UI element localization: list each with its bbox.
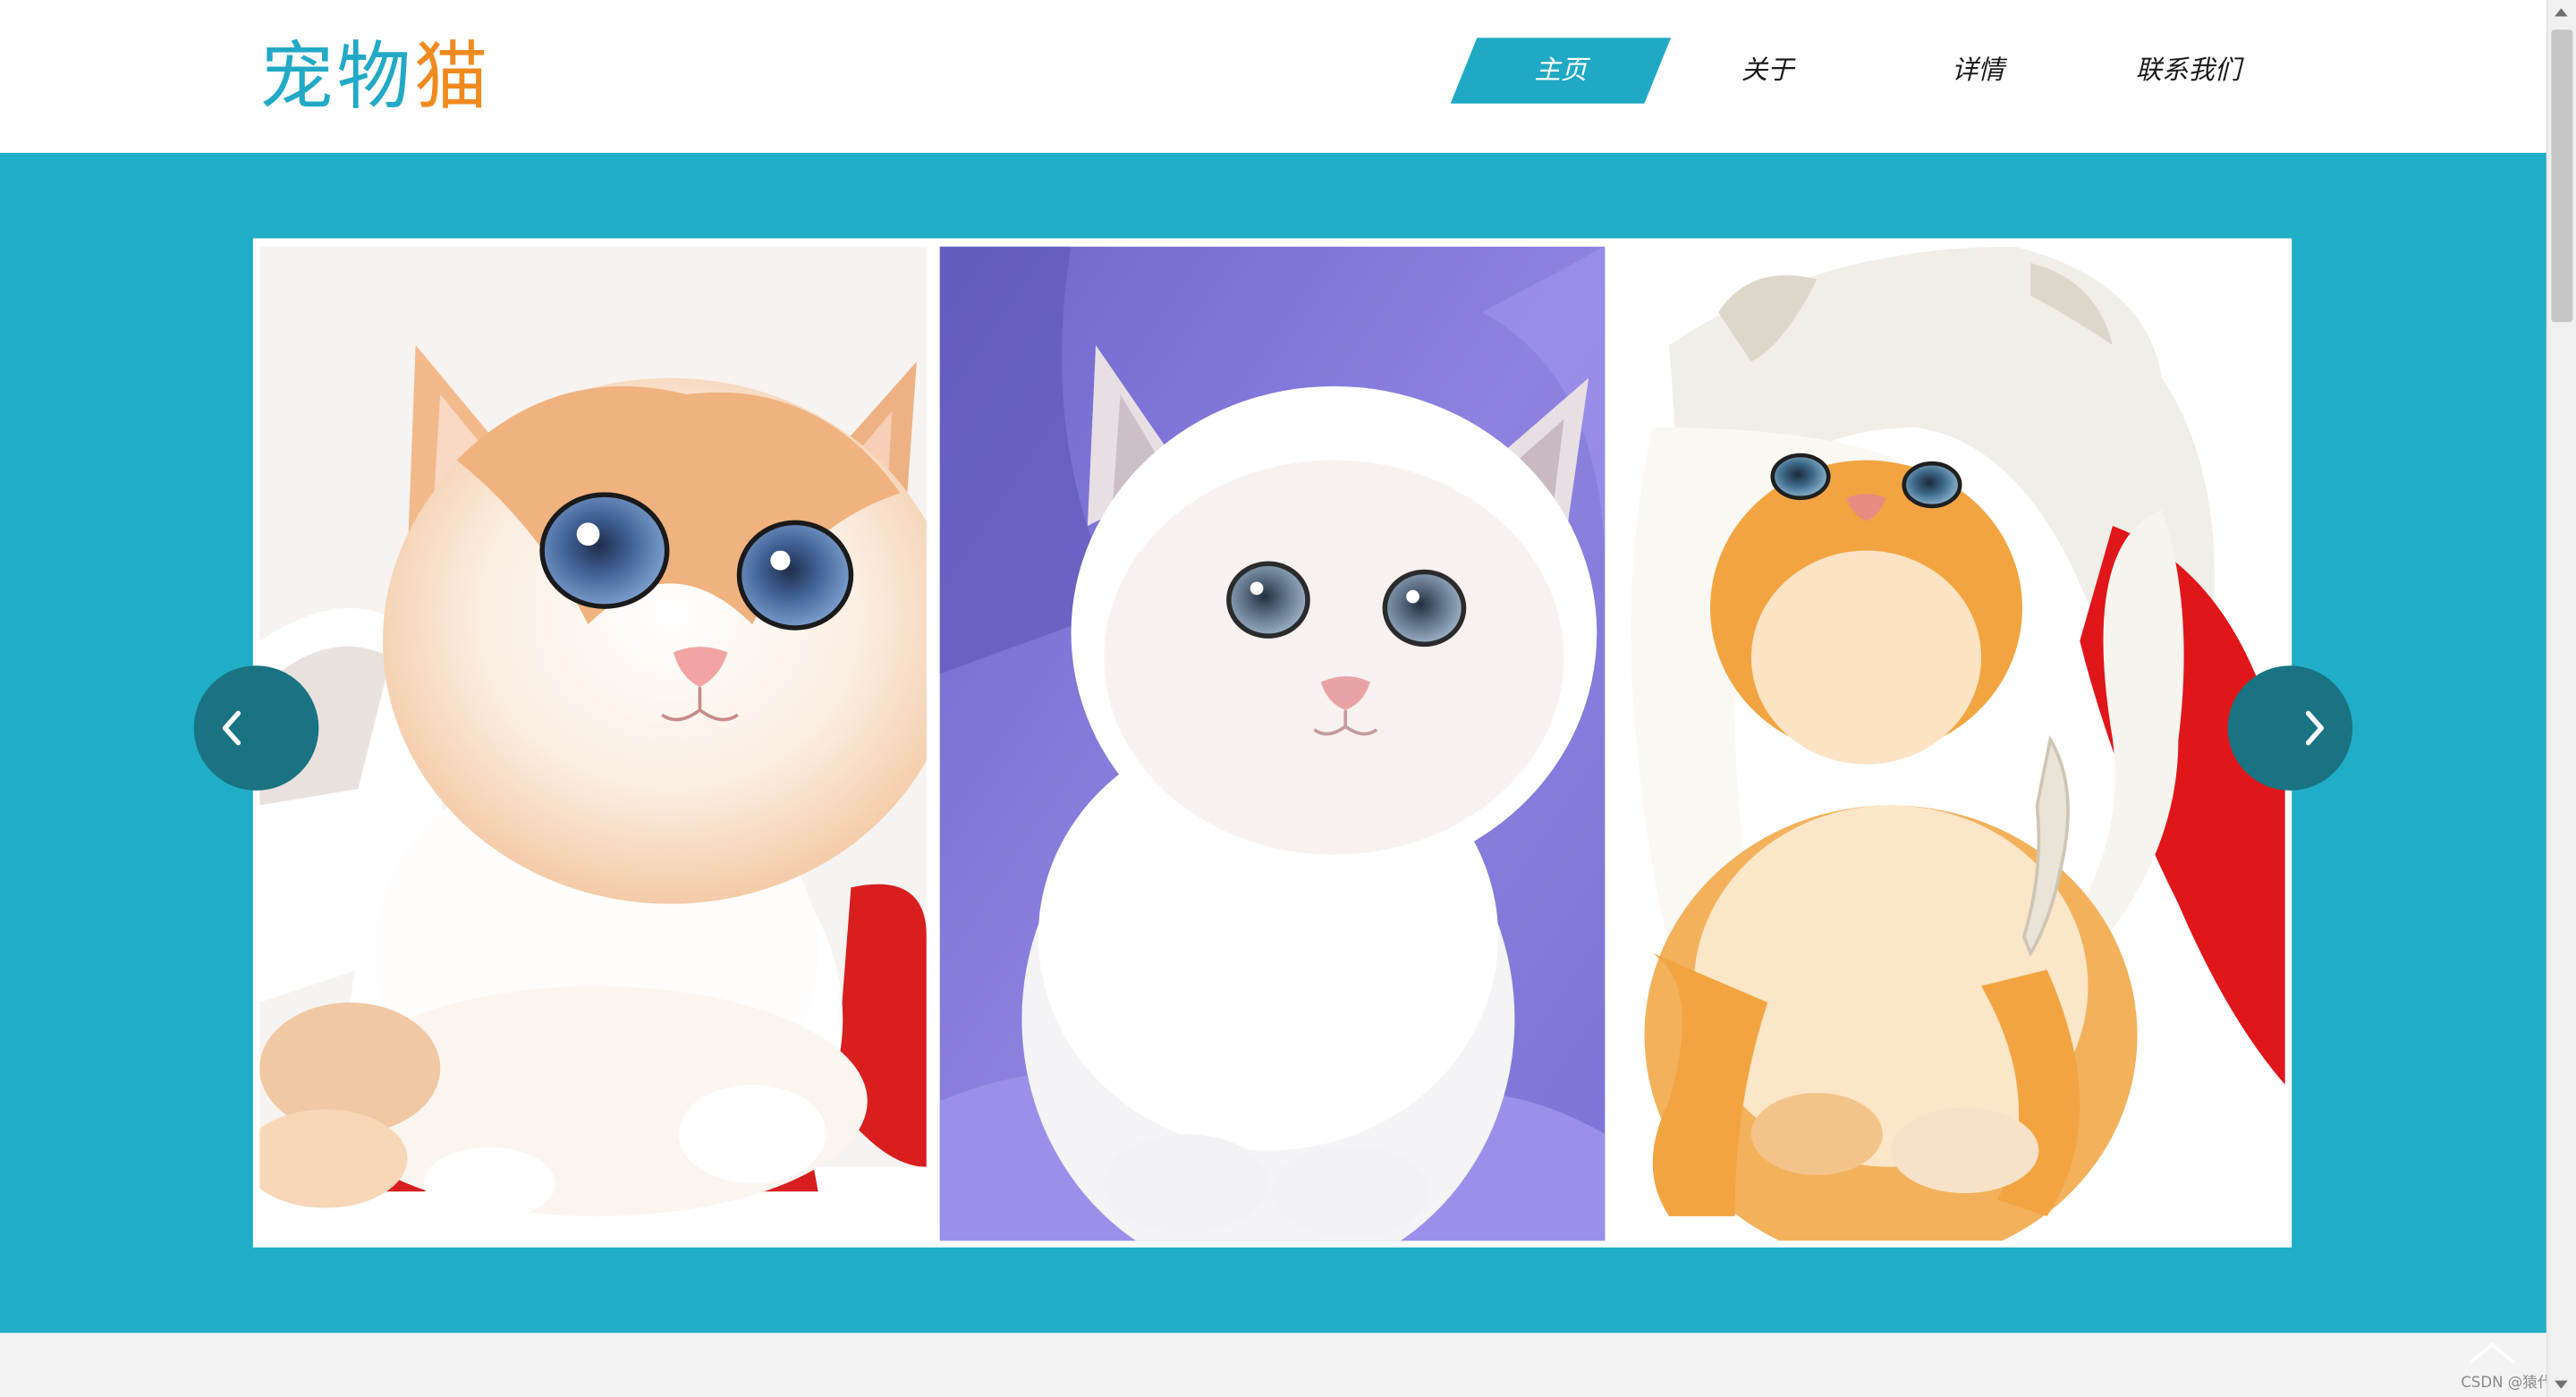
scroll-up-icon[interactable] <box>2555 8 2568 17</box>
page: 宠物猫 主页 关于 详情 联系我们 CSDN @猿代码 <box>0 0 2576 1397</box>
carousel-next-button[interactable] <box>2227 665 2353 791</box>
carousel-banner <box>0 152 2546 1334</box>
kitten-photo-3 <box>1619 246 2285 1241</box>
chevron-left-icon <box>222 710 242 746</box>
chevron-right-icon <box>2305 710 2325 746</box>
chevron-up-icon <box>2470 1342 2515 1364</box>
nav-details-label: 详情 <box>1951 54 2004 86</box>
kitten-photo-1 <box>259 246 927 1241</box>
back-to-top-button[interactable] <box>2464 1338 2520 1367</box>
site-logo[interactable]: 宠物猫 <box>259 30 491 125</box>
nav-about[interactable]: 关于 <box>1671 38 1865 104</box>
nav-contact[interactable]: 联系我们 <box>2091 38 2285 104</box>
nav-home-label: 主页 <box>1534 54 1588 86</box>
scrollbar-thumb[interactable] <box>2551 30 2573 323</box>
vertical-scrollbar[interactable] <box>2546 0 2576 1397</box>
nav-about-label: 关于 <box>1741 54 1794 86</box>
kitten-photo-2 <box>939 246 1606 1241</box>
logo-text-primary: 宠物 <box>259 32 414 121</box>
nav-contact-label: 联系我们 <box>2135 54 2241 86</box>
scroll-down-icon[interactable] <box>2555 1380 2568 1389</box>
logo-text-accent: 猫 <box>413 32 492 121</box>
nav-details[interactable]: 详情 <box>1881 38 2075 104</box>
carousel-prev-button[interactable] <box>193 665 319 791</box>
site-header: 宠物猫 主页 关于 详情 联系我们 <box>0 0 2546 153</box>
nav-home[interactable]: 主页 <box>1463 38 1657 104</box>
carousel-frame <box>252 238 2292 1248</box>
